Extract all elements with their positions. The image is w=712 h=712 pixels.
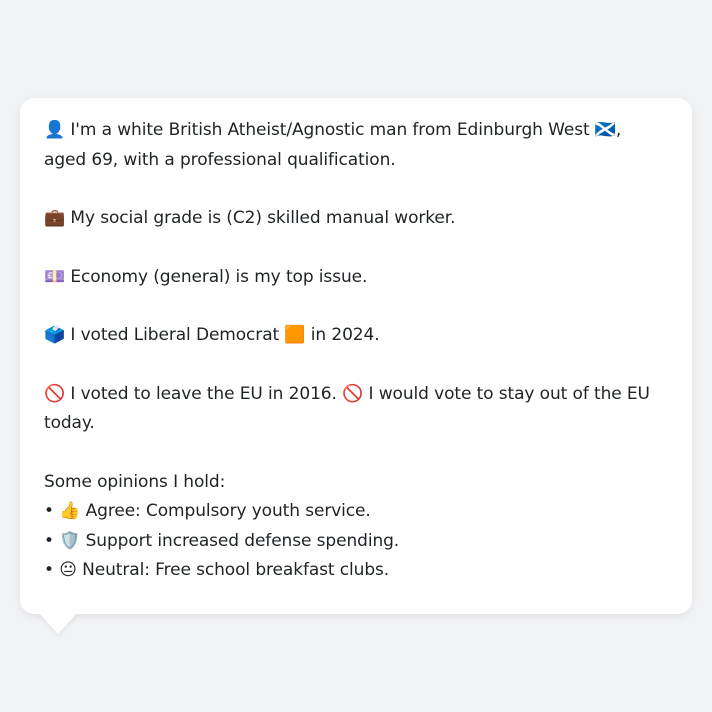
opinion-item: • 👍 Agree: Compulsory youth service.	[44, 501, 371, 521]
persona-eu-vote: 🚫 I voted to leave the EU in 2016. 🚫 I w…	[44, 383, 650, 434]
persona-vote-2024: 🗳️ I voted Liberal Democrat 🟧 in 2024.	[44, 325, 380, 345]
bubble-tail	[38, 612, 78, 634]
opinions-list: • 👍 Agree: Compulsory youth service. • 🛡…	[44, 497, 668, 586]
opinion-item: • 😐 Neutral: Free school breakfast clubs…	[44, 560, 390, 580]
persona-social-grade: 💼 My social grade is (C2) skilled manual…	[44, 208, 456, 228]
persona-intro: 👤 I'm a white British Atheist/Agnostic m…	[44, 120, 622, 170]
opinions-heading: Some opinions I hold:	[44, 471, 226, 492]
persona-message-bubble: 👤 I'm a white British Atheist/Agnostic m…	[20, 98, 692, 614]
persona-top-issue: 💷 Economy (general) is my top issue.	[44, 266, 368, 287]
opinion-item: • 🛡️ Support increased defense spending.	[44, 530, 400, 551]
